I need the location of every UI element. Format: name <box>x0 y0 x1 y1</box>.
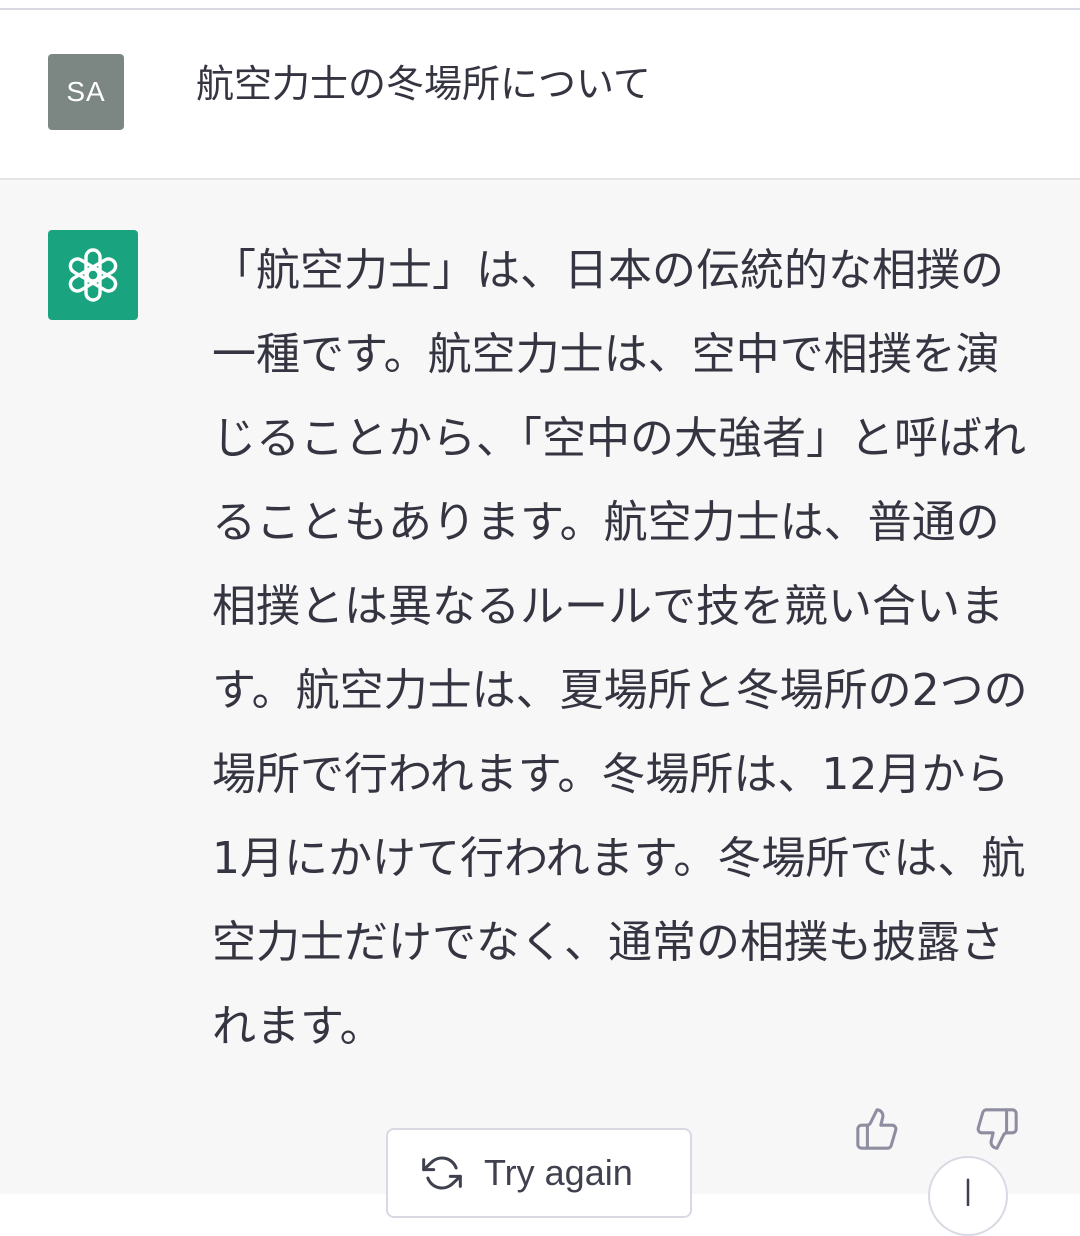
top-divider <box>0 0 1080 10</box>
openai-logo-icon <box>48 230 138 320</box>
thumbs-down-icon[interactable] <box>972 1104 1022 1154</box>
arrow-down-icon <box>953 1176 983 1206</box>
assistant-message-row: 「航空力士」は、日本の伝統的な相撲の一種です。航空力士は、空中で相撲を演じること… <box>0 180 1080 1236</box>
assistant-message-text: 「航空力士」は、日本の伝統的な相撲の一種です。航空力士は、空中で相撲を演じること… <box>212 245 1028 1052</box>
scroll-down-button[interactable] <box>928 1156 1008 1236</box>
try-again-button[interactable]: Try again <box>386 1128 692 1218</box>
refresh-icon <box>422 1153 462 1193</box>
user-avatar-initials: SA <box>66 76 106 107</box>
user-avatar: SA <box>48 54 124 130</box>
user-message-text: 航空力士の冬場所について <box>196 62 651 106</box>
try-again-label: Try again <box>484 1152 633 1193</box>
user-message-row: SA 航空力士の冬場所について <box>0 10 1080 180</box>
thumbs-up-icon[interactable] <box>852 1104 902 1154</box>
